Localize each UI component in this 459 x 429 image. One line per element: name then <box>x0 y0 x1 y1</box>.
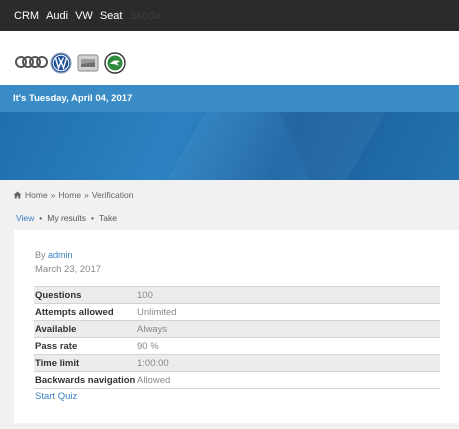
quiz-tabs: View • My results • Take <box>16 213 117 223</box>
home-icon <box>13 191 22 199</box>
row-label: Backwards navigation <box>34 371 136 389</box>
date-text: It's Tuesday, April 04, 2017 <box>13 93 133 104</box>
tab-separator: • <box>39 213 43 223</box>
table-row: Backwards navigation Allowed <box>34 371 440 389</box>
nav-seat[interactable]: Seat <box>100 10 123 22</box>
table-row: Attempts allowed Unlimited <box>34 303 440 321</box>
row-value: 90 % <box>136 337 440 355</box>
row-value: Always <box>136 320 440 338</box>
row-label: Pass rate <box>34 337 136 355</box>
breadcrumb-separator: » <box>50 190 56 200</box>
row-label: Available <box>34 320 136 338</box>
tab-separator: • <box>91 213 94 223</box>
quiz-info-table: Questions 100 Attempts allowed Unlimited… <box>34 286 440 389</box>
quiz-date: March 23, 2017 <box>35 264 102 275</box>
table-row: Questions 100 <box>34 286 440 304</box>
hero-banner <box>0 112 459 180</box>
row-label: Questions <box>34 286 136 304</box>
breadcrumb: Home » Home » Verification <box>13 190 133 200</box>
nav-crm[interactable]: CRM <box>14 10 39 22</box>
table-row: Available Always <box>34 320 440 338</box>
start-quiz-link[interactable]: Start Quiz <box>35 391 77 402</box>
tab-view[interactable]: View <box>16 213 34 223</box>
row-label: Time limit <box>34 354 136 372</box>
top-nav: CRM Audi VW Seat Skoda <box>0 0 459 31</box>
breadcrumb-separator: » <box>84 190 89 200</box>
table-row: Pass rate 90 % <box>34 337 440 355</box>
breadcrumb-home[interactable]: Home <box>25 190 48 200</box>
row-value: Unlimited <box>136 303 440 321</box>
breadcrumb-verification[interactable]: Verification <box>92 190 134 200</box>
row-value: Allowed <box>136 371 440 389</box>
audi-logo-icon[interactable] <box>14 55 48 69</box>
tab-take[interactable]: Take <box>99 213 117 223</box>
seat-logo-icon[interactable] <box>77 54 99 72</box>
vw-logo-icon[interactable] <box>50 52 72 74</box>
nav-vw[interactable]: VW <box>75 10 93 22</box>
table-row: Time limit 1:00:00 <box>34 354 440 372</box>
date-banner: It's Tuesday, April 04, 2017 <box>0 85 459 112</box>
quiz-card: By admin March 23, 2017 Questions 100 At… <box>14 230 459 423</box>
byline-prefix: By <box>35 250 46 260</box>
breadcrumb-home[interactable]: Home <box>58 190 81 200</box>
nav-audi[interactable]: Audi <box>46 10 68 22</box>
author-link[interactable]: admin <box>48 250 73 260</box>
tab-my-results[interactable]: My results <box>47 213 86 223</box>
row-value: 1:00:00 <box>136 354 440 372</box>
row-label: Attempts allowed <box>34 303 136 321</box>
brand-logos <box>0 31 459 85</box>
row-value: 100 <box>136 286 440 304</box>
quiz-byline: By admin <box>35 250 73 260</box>
skoda-logo-icon[interactable] <box>104 52 126 74</box>
nav-skoda[interactable]: Skoda <box>129 10 160 22</box>
